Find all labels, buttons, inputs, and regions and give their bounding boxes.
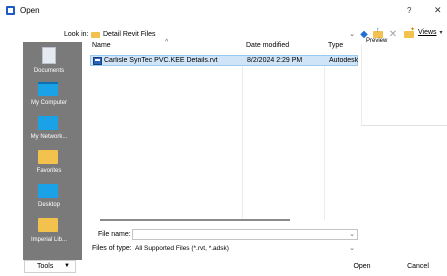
computer-icon [38, 82, 58, 96]
files-of-type-label: Files of type: [92, 245, 132, 252]
look-in-dropdown[interactable]: Detail Revit Files ⌄ [88, 28, 358, 40]
documents-icon [42, 47, 56, 64]
file-row[interactable]: Carlisle SynTec PVC.KEE Details.rvt 8/2/… [90, 55, 358, 66]
preview-pane [361, 44, 447, 126]
folder-icon [91, 32, 100, 38]
network-icon [38, 116, 58, 130]
place-documents[interactable]: Documents [23, 44, 75, 74]
place-favorites[interactable]: Favorites [23, 146, 75, 176]
folder-icon [38, 150, 58, 164]
delete-icon[interactable]: ✕ [388, 28, 398, 40]
help-button[interactable]: ? [407, 6, 411, 15]
files-of-type-value: All Supported Files (*.rvt, *.adsk) [135, 245, 229, 252]
title-bar: Open ? ✕ [0, 0, 447, 22]
revit-file-icon [93, 57, 102, 65]
files-of-type-dropdown[interactable]: All Supported Files (*.rvt, *.adsk) ⌄ [132, 243, 358, 254]
file-name-input[interactable]: ⌄ [132, 229, 358, 240]
file-list[interactable]: Name ^ Date modified Type Carlisle SynTe… [88, 39, 358, 220]
tools-label: Tools [37, 263, 54, 270]
column-divider [324, 54, 325, 220]
column-header-type[interactable]: Type [328, 42, 343, 53]
places-bar: Documents My Computer My Network... Favo… [23, 42, 103, 260]
look-in-label: Look in: [64, 31, 89, 38]
look-in-value: Detail Revit Files [103, 31, 156, 38]
folder-icon [38, 218, 58, 232]
place-my-computer[interactable]: My Computer [23, 78, 75, 108]
place-label: Imperial Lib... [30, 237, 67, 243]
chevron-down-icon: ⌄ [349, 245, 355, 252]
sparkle-icon: ✦ [410, 27, 416, 33]
chevron-down-icon: ⌄ [349, 31, 355, 38]
app-icon [6, 6, 15, 15]
sort-ascending-icon: ^ [165, 39, 169, 46]
open-button[interactable]: Open [341, 260, 383, 273]
new-folder-icon[interactable]: ✦ [403, 27, 416, 40]
close-button[interactable]: ✕ [434, 5, 442, 16]
file-date-modified: 8/2/2024 2:29 PM [247, 57, 303, 64]
place-my-network[interactable]: My Network... [23, 112, 75, 142]
column-divider [242, 54, 243, 220]
chevron-down-icon: ▾ [439, 30, 443, 36]
file-list-horizontal-scrollbar[interactable] [100, 219, 290, 221]
chevron-down-icon: ⌄ [349, 231, 355, 238]
column-header-name[interactable]: Name [92, 42, 111, 53]
tools-button[interactable]: Tools ▼ [24, 260, 76, 273]
file-name: Carlisle SynTec PVC.KEE Details.rvt [104, 57, 218, 64]
cancel-button[interactable]: Cancel [395, 260, 441, 273]
desktop-icon [38, 184, 58, 198]
place-label: My Network... [30, 134, 68, 140]
file-name-label: File name: [98, 231, 131, 238]
arrow-up-icon: ↑ [376, 27, 380, 34]
place-label: My Computer [30, 100, 67, 106]
chevron-down-icon: ▼ [64, 263, 70, 269]
open-dialog: Open ? ✕ Look in: Detail Revit Files ⌄ ◆… [0, 0, 447, 276]
place-label: Desktop [37, 202, 60, 208]
column-header-date-modified[interactable]: Date modified [246, 42, 289, 53]
place-desktop[interactable]: Desktop [23, 180, 75, 210]
place-imperial-library[interactable]: Imperial Lib... [23, 214, 75, 254]
file-type: Autodesk [329, 57, 359, 64]
views-label: Views [418, 29, 437, 36]
views-button[interactable]: Views ▾ [418, 29, 443, 36]
place-label: Favorites [36, 168, 62, 174]
dialog-title: Open [20, 6, 40, 15]
place-label: Documents [33, 68, 65, 74]
